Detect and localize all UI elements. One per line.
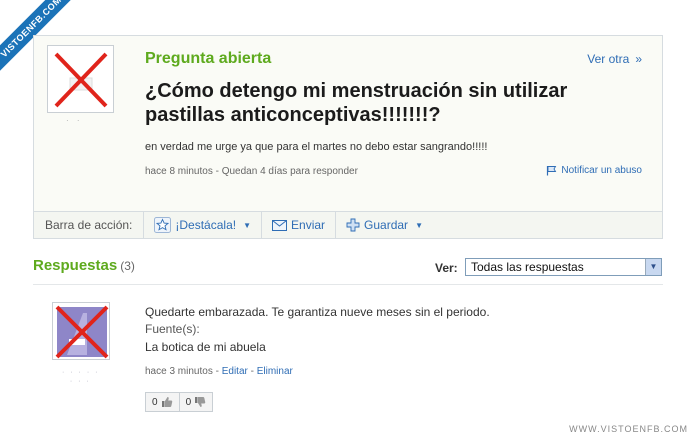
- question-header: · · Pregunta abierta Ver otra » ¿Cómo det…: [34, 36, 662, 211]
- answers-heading: Respuestas (3): [33, 257, 135, 274]
- filter-label: Ver:: [435, 261, 458, 275]
- thumbs-down-icon: [195, 397, 206, 407]
- thumbs-up-icon: [161, 397, 172, 407]
- send-label: Enviar: [291, 218, 326, 232]
- thumbs-up-count: 0: [152, 396, 158, 408]
- caret-down-icon: ▼: [415, 220, 423, 230]
- save-button[interactable]: Guardar ▼: [336, 212, 433, 239]
- delete-link[interactable]: Eliminar: [257, 366, 293, 377]
- crossed-out-icon: [54, 52, 108, 108]
- answer-text: Quedarte embarazada. Te garantiza nueve …: [145, 305, 490, 319]
- send-button[interactable]: Enviar: [262, 211, 337, 239]
- asker-avatar[interactable]: [47, 45, 114, 113]
- answer-meta: hace 3 minutos - Editar - Eliminar: [145, 366, 293, 377]
- thumbs-down-button[interactable]: 0: [178, 393, 213, 411]
- question-status: Pregunta abierta: [145, 50, 272, 67]
- section-divider: [33, 284, 663, 285]
- next-question-link[interactable]: Ver otra »: [587, 52, 642, 66]
- answers-filter-value: Todas las respuestas: [471, 260, 584, 274]
- answer-time: hace 3 minutos: [145, 366, 213, 377]
- answer-source-label: Fuente(s):: [145, 322, 200, 336]
- question-meta: hace 8 minutos - Quedan 4 días para resp…: [145, 166, 358, 177]
- plus-icon: [346, 218, 360, 232]
- question-title: ¿Cómo detengo mi menstruación sin utiliz…: [145, 80, 568, 126]
- highlight-label: ¡Destácala!: [175, 218, 237, 232]
- answerer-name[interactable]: · · · · · · · ·: [62, 368, 99, 386]
- crossed-out-icon: [55, 305, 109, 359]
- answerer-avatar[interactable]: [52, 302, 110, 360]
- double-chevron-icon: »: [635, 52, 642, 66]
- report-abuse-label: Notificar un abuso: [561, 165, 642, 176]
- action-bar-label: Barra de acción:: [34, 211, 145, 239]
- flag-icon: [547, 166, 557, 176]
- thumbs-down-count: 0: [185, 396, 192, 408]
- thumbs-up-button[interactable]: 0: [146, 393, 179, 411]
- question-body: en verdad me urge ya que para el martes …: [145, 141, 488, 153]
- next-question-label: Ver otra: [587, 52, 630, 66]
- action-bar: Barra de acción: ¡Destácala! ▼ Enviar Gu…: [34, 211, 662, 239]
- edit-link[interactable]: Editar: [222, 366, 248, 377]
- answers-title: Respuestas: [33, 257, 118, 274]
- answer-source: La botica de mi abuela: [145, 340, 266, 354]
- asker-name[interactable]: · ·: [66, 116, 83, 125]
- highlight-button[interactable]: ¡Destácala! ▼: [144, 211, 263, 239]
- answers-count: (3): [120, 259, 135, 273]
- caret-down-icon: ▼: [243, 220, 252, 230]
- save-label: Guardar: [364, 218, 409, 232]
- chevron-down-icon: ▼: [645, 259, 661, 275]
- envelope-icon: [272, 219, 288, 231]
- star-icon: [154, 217, 172, 233]
- vote-buttons: 0 0: [145, 392, 214, 412]
- page: VISTOENFB.COM · · Pregunta abierta Ver o…: [0, 0, 700, 438]
- question-panel: · · Pregunta abierta Ver otra » ¿Cómo det…: [33, 35, 663, 239]
- answers-filter-select[interactable]: Todas las respuestas ▼: [465, 258, 662, 276]
- watermark-footer: WWW.VISTOENFB.COM: [569, 424, 688, 434]
- report-abuse-link[interactable]: Notificar un abuso: [546, 165, 642, 176]
